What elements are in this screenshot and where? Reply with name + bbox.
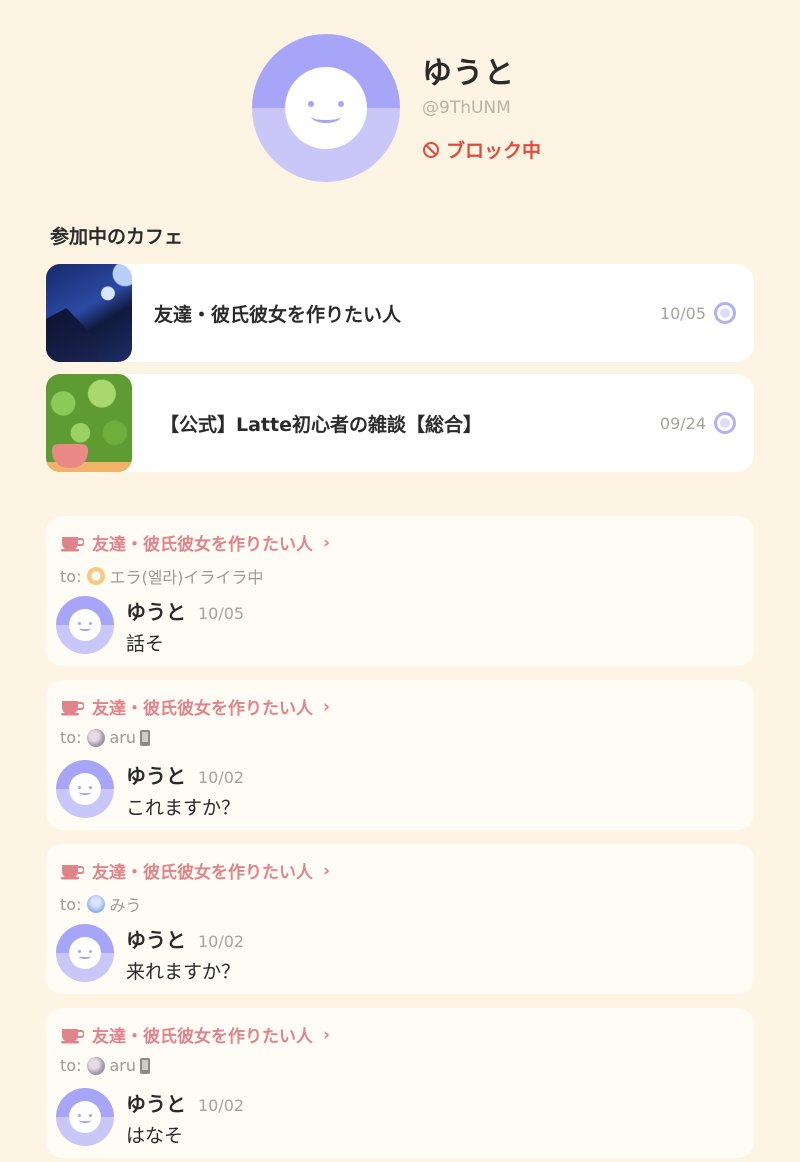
post-message: これますか？	[126, 797, 241, 819]
post-cafe-link[interactable]: 友達・彼氏彼女を作りたい人 ›	[60, 530, 330, 555]
cafe-date: 10/05	[659, 303, 706, 323]
author-avatar[interactable]	[56, 924, 114, 982]
smile-face-icon	[284, 66, 368, 150]
cup-icon	[61, 536, 84, 551]
post-message: はなそ	[126, 1125, 184, 1147]
recipient-name: みう	[109, 896, 142, 915]
post-cafe-name: 友達・彼氏彼女を作りたい人	[92, 863, 313, 883]
recipient-avatar[interactable]	[87, 895, 106, 913]
profile-avatar[interactable]	[252, 34, 400, 182]
cafe-card[interactable]: 友達・彼氏彼女を作りたい人 10/05	[46, 264, 754, 362]
post-cafe-link[interactable]: 友達・彼氏彼女を作りたい人 ›	[60, 694, 330, 719]
recipient-name: エラ(엘라)イライラ中	[109, 568, 264, 587]
post-recipient: to: aru	[60, 728, 151, 747]
profile-handle: @9ThUNM	[422, 98, 511, 118]
chevron-right-icon: ›	[323, 1024, 331, 1045]
cafe-thumbnail	[46, 374, 132, 472]
cup-icon	[61, 1028, 84, 1043]
smile-face-icon	[68, 1100, 102, 1134]
post-author: ゆうと	[126, 764, 186, 788]
post-cafe-name: 友達・彼氏彼女を作りたい人	[92, 699, 313, 719]
post-body: ゆうと 10/02 はなそ	[56, 1088, 244, 1148]
phone-icon	[139, 729, 150, 746]
cafe-thumbnail	[46, 264, 132, 362]
phone-icon	[139, 1057, 150, 1074]
chevron-right-icon: ›	[323, 860, 331, 881]
post-date: 10/02	[198, 932, 245, 951]
post-date: 10/05	[198, 604, 245, 623]
post-author: ゆうと	[126, 600, 186, 624]
post-card[interactable]: 友達・彼氏彼女を作りたい人 › to: エラ(엘라)イライラ中 ゆうと 10/0…	[46, 516, 754, 666]
post-cafe-name: 友達・彼氏彼女を作りたい人	[92, 1027, 313, 1047]
blocked-status[interactable]: ブロック中	[422, 136, 541, 163]
smile-face-icon	[68, 772, 102, 806]
recipient-name: aru	[109, 1056, 136, 1075]
to-label: to:	[60, 728, 82, 747]
cup-icon	[61, 864, 84, 879]
cafe-name: 【公式】Latte初心者の雑談【総合】	[160, 413, 482, 436]
to-label: to:	[60, 566, 82, 586]
post-card[interactable]: 友達・彼氏彼女を作りたい人 › to: aru ゆうと 10/02 これますか？	[46, 680, 754, 830]
post-body: ゆうと 10/02 これますか？	[56, 760, 244, 820]
author-avatar[interactable]	[56, 1088, 114, 1146]
post-date: 10/02	[198, 1096, 245, 1115]
post-card[interactable]: 友達・彼氏彼女を作りたい人 › to: aru ゆうと 10/02 はなそ	[46, 1008, 754, 1158]
cafe-card[interactable]: 【公式】Latte初心者の雑談【総合】 09/24	[46, 374, 754, 472]
blocked-label: ブロック中	[446, 140, 542, 162]
post-cafe-link[interactable]: 友達・彼氏彼女を作りたい人 ›	[60, 1022, 330, 1047]
post-author: ゆうと	[126, 928, 186, 952]
post-message: 話そ	[126, 633, 165, 655]
post-recipient: to: みう	[60, 892, 141, 916]
smile-face-icon	[68, 608, 102, 642]
to-label: to:	[60, 894, 82, 914]
smile-face-icon	[68, 936, 102, 970]
to-label: to:	[60, 1056, 82, 1075]
chevron-right-icon: ›	[323, 696, 331, 717]
block-icon	[423, 141, 439, 158]
post-body: ゆうと 10/02 来れますか？	[56, 924, 244, 984]
post-recipient: to: aru	[60, 1056, 151, 1075]
author-avatar[interactable]	[56, 760, 114, 818]
post-body: ゆうと 10/05 話そ	[56, 596, 244, 656]
recipient-name: aru	[109, 728, 136, 747]
post-cafe-link[interactable]: 友達・彼氏彼女を作りたい人 ›	[60, 858, 330, 883]
profile-info: ゆうと @9ThUNM ブロック中	[422, 48, 541, 163]
cafes-section-title: 参加中のカフェ	[50, 226, 184, 248]
cafe-name: 友達・彼氏彼女を作りたい人	[154, 303, 402, 326]
post-recipient: to: エラ(엘라)イライラ中	[60, 564, 263, 588]
post-message: 来れますか？	[126, 961, 241, 983]
cafe-status-icon	[714, 412, 736, 434]
post-author: ゆうと	[126, 1092, 186, 1116]
recipient-avatar[interactable]	[87, 728, 106, 747]
profile-header: ゆうと @9ThUNM ブロック中	[252, 34, 541, 182]
recipient-avatar[interactable]	[87, 1056, 106, 1075]
post-card[interactable]: 友達・彼氏彼女を作りたい人 › to: みう ゆうと 10/02 来れますか？	[46, 844, 754, 994]
post-cafe-name: 友達・彼氏彼女を作りたい人	[92, 535, 313, 555]
chevron-right-icon: ›	[323, 532, 331, 553]
profile-name: ゆうと	[422, 56, 515, 91]
post-date: 10/02	[198, 768, 245, 787]
cup-icon	[61, 700, 84, 715]
cafe-date: 09/24	[659, 413, 706, 433]
author-avatar[interactable]	[56, 596, 114, 654]
cafe-status-icon	[714, 302, 736, 324]
recipient-avatar[interactable]	[87, 567, 106, 585]
